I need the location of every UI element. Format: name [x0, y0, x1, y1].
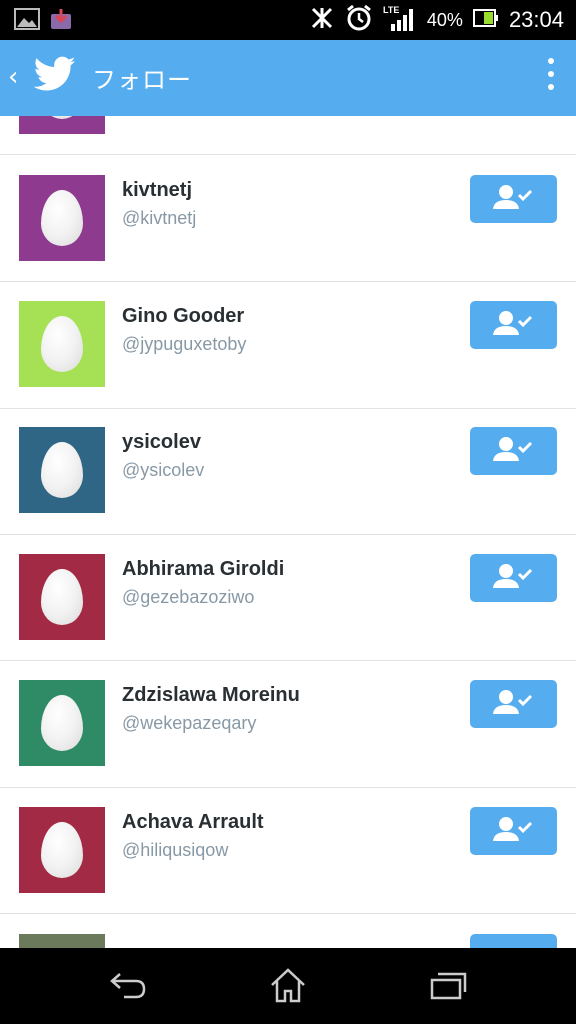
- user-name: ysicolev: [122, 431, 201, 453]
- back-arrow-icon[interactable]: [108, 966, 148, 1006]
- avatar[interactable]: [19, 116, 105, 134]
- user-handle: @ysicolev: [122, 460, 205, 480]
- list-item[interactable]: [0, 116, 576, 155]
- twitter-bird-icon[interactable]: [33, 56, 76, 96]
- user-handle: @kivtnetj: [122, 208, 197, 228]
- nfc-off-icon: [309, 5, 335, 35]
- back-chevron-icon[interactable]: ‹: [8, 62, 18, 92]
- following-list: kivtnetj @kivtnetj Gino Gooder @jypuguxe…: [0, 116, 576, 948]
- avatar[interactable]: [19, 175, 105, 261]
- avatar[interactable]: [19, 934, 105, 948]
- clock: 23:04: [508, 7, 564, 32]
- navigation-bar: [0, 948, 576, 1024]
- home-icon[interactable]: [268, 966, 308, 1008]
- app-bar: ‹ フォロー: [0, 40, 576, 116]
- egg-avatar-icon: [41, 442, 83, 498]
- person-check-icon: [493, 690, 533, 714]
- list-item[interactable]: kivtnetj @kivtnetj: [0, 155, 576, 282]
- following-button[interactable]: [470, 680, 557, 728]
- avatar[interactable]: [19, 680, 105, 766]
- list-item[interactable]: Abhirama Giroldi @gezebazoziwo: [0, 534, 576, 661]
- avatar[interactable]: [19, 807, 105, 893]
- egg-avatar-icon: [41, 695, 83, 751]
- user-name: Gino Gooder: [122, 305, 245, 327]
- egg-avatar-icon: [41, 822, 83, 878]
- following-button[interactable]: [470, 175, 557, 223]
- signal-lte-icon: LTE: [383, 4, 417, 36]
- user-handle: @hiliqusiqow: [122, 840, 229, 860]
- svg-text:LTE: LTE: [383, 5, 399, 15]
- list-item[interactable]: Achava Arrault @hiliqusiqow: [0, 787, 576, 914]
- alarm-icon: [345, 4, 373, 36]
- egg-avatar-icon: [41, 190, 83, 246]
- overflow-menu-icon[interactable]: [548, 58, 556, 97]
- person-check-icon: [493, 437, 533, 461]
- person-check-icon: [493, 564, 533, 588]
- status-bar: LTE 40% 23:04: [0, 0, 576, 40]
- gallery-notification-icon: [14, 8, 40, 34]
- egg-avatar-icon: [41, 116, 83, 119]
- list-item[interactable]: [0, 914, 576, 948]
- user-name: Achava Arrault: [122, 811, 264, 833]
- list-item[interactable]: Gino Gooder @jypuguxetoby: [0, 282, 576, 409]
- egg-avatar-icon: [41, 569, 83, 625]
- person-check-icon: [493, 311, 533, 335]
- recent-apps-icon[interactable]: [428, 966, 468, 1006]
- page-title: フォロー: [92, 66, 192, 94]
- following-button[interactable]: [470, 301, 557, 349]
- avatar[interactable]: [19, 301, 105, 387]
- avatar[interactable]: [19, 554, 105, 640]
- following-button[interactable]: [470, 427, 557, 475]
- battery-icon: [472, 9, 499, 31]
- list-item[interactable]: ysicolev @ysicolev: [0, 408, 576, 535]
- user-name: Zdzislawa Moreinu: [122, 684, 300, 706]
- egg-avatar-icon: [41, 316, 83, 372]
- person-check-icon: [493, 185, 533, 209]
- user-name: kivtnetj: [122, 179, 193, 201]
- user-handle: @wekepazeqary: [122, 713, 257, 733]
- battery-percent: 40%: [426, 9, 463, 30]
- following-button[interactable]: [470, 554, 557, 602]
- download-notification-icon: [50, 8, 72, 34]
- following-button[interactable]: [470, 807, 557, 855]
- user-handle: @gezebazoziwo: [122, 587, 255, 607]
- person-check-icon: [493, 817, 533, 841]
- user-handle: @jypuguxetoby: [122, 334, 247, 354]
- list-item[interactable]: Zdzislawa Moreinu @wekepazeqary: [0, 661, 576, 788]
- user-name: Abhirama Giroldi: [122, 558, 285, 580]
- following-button[interactable]: [470, 934, 557, 948]
- avatar[interactable]: [19, 427, 105, 513]
